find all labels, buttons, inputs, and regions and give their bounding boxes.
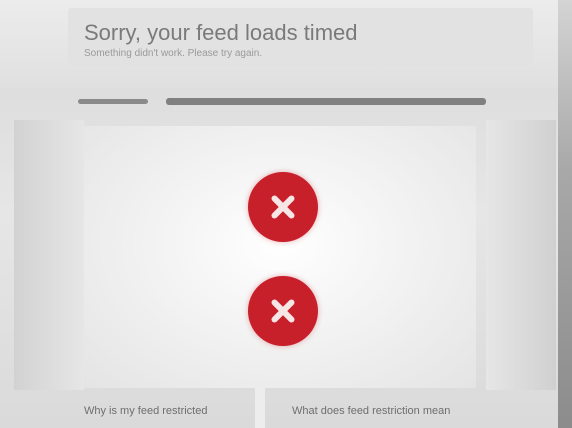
error-x-circle-icon xyxy=(248,276,318,346)
scrollbar-track[interactable] xyxy=(558,0,572,428)
close-x-icon xyxy=(262,186,304,228)
header-bar: Sorry, your feed loads timed Something d… xyxy=(0,0,572,88)
panel-shadow-left xyxy=(14,120,84,390)
page-subtitle: Something didn't work. Please try again. xyxy=(84,48,263,59)
footer-divider xyxy=(255,388,265,428)
page-title: Sorry, your feed loads timed xyxy=(84,20,358,45)
panel-shadow-right xyxy=(486,120,556,390)
footer-link-right[interactable]: What does feed restriction mean xyxy=(292,405,450,417)
status-panel xyxy=(84,126,476,388)
close-x-icon xyxy=(262,290,304,332)
screen: Sorry, your feed loads timed Something d… xyxy=(0,0,572,428)
tab-indicator-long[interactable] xyxy=(166,98,486,105)
tab-indicator-short[interactable] xyxy=(78,99,148,104)
tab-bar xyxy=(78,96,486,108)
footer-link-left[interactable]: Why is my feed restricted xyxy=(84,405,207,417)
error-x-circle-icon xyxy=(248,172,318,242)
